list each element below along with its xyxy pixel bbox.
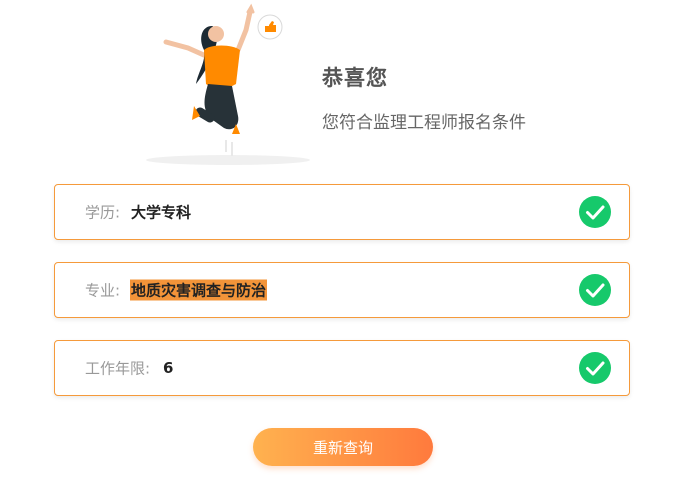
congrats-title: 恭喜您	[322, 66, 388, 90]
criterion-label: 学历:	[85, 203, 121, 222]
check-circle-icon	[579, 352, 611, 384]
check-circle-icon	[579, 274, 611, 306]
criterion-value: 大学专科	[131, 203, 192, 222]
check-circle-icon	[579, 196, 611, 228]
criterion-major-card: 专业: 地质灾害调查与防治	[54, 262, 630, 318]
requery-button[interactable]: 重新查询	[253, 428, 433, 466]
criterion-value-highlighted: 地质灾害调查与防治	[130, 279, 268, 301]
criterion-label: 专业:	[85, 281, 121, 300]
criterion-education-card: 学历: 大学专科	[54, 184, 630, 240]
criterion-label: 工作年限:	[85, 359, 151, 378]
celebration-illustration	[140, 0, 330, 182]
result-page: 恭喜您 您符合监理工程师报名条件 学历: 大学专科 专业: 地质灾害调查与防治 …	[0, 0, 682, 477]
congrats-subtitle: 您符合监理工程师报名条件	[322, 113, 526, 133]
criterion-value: 6	[163, 359, 174, 377]
criterion-work-years-card: 工作年限: 6	[54, 340, 630, 396]
